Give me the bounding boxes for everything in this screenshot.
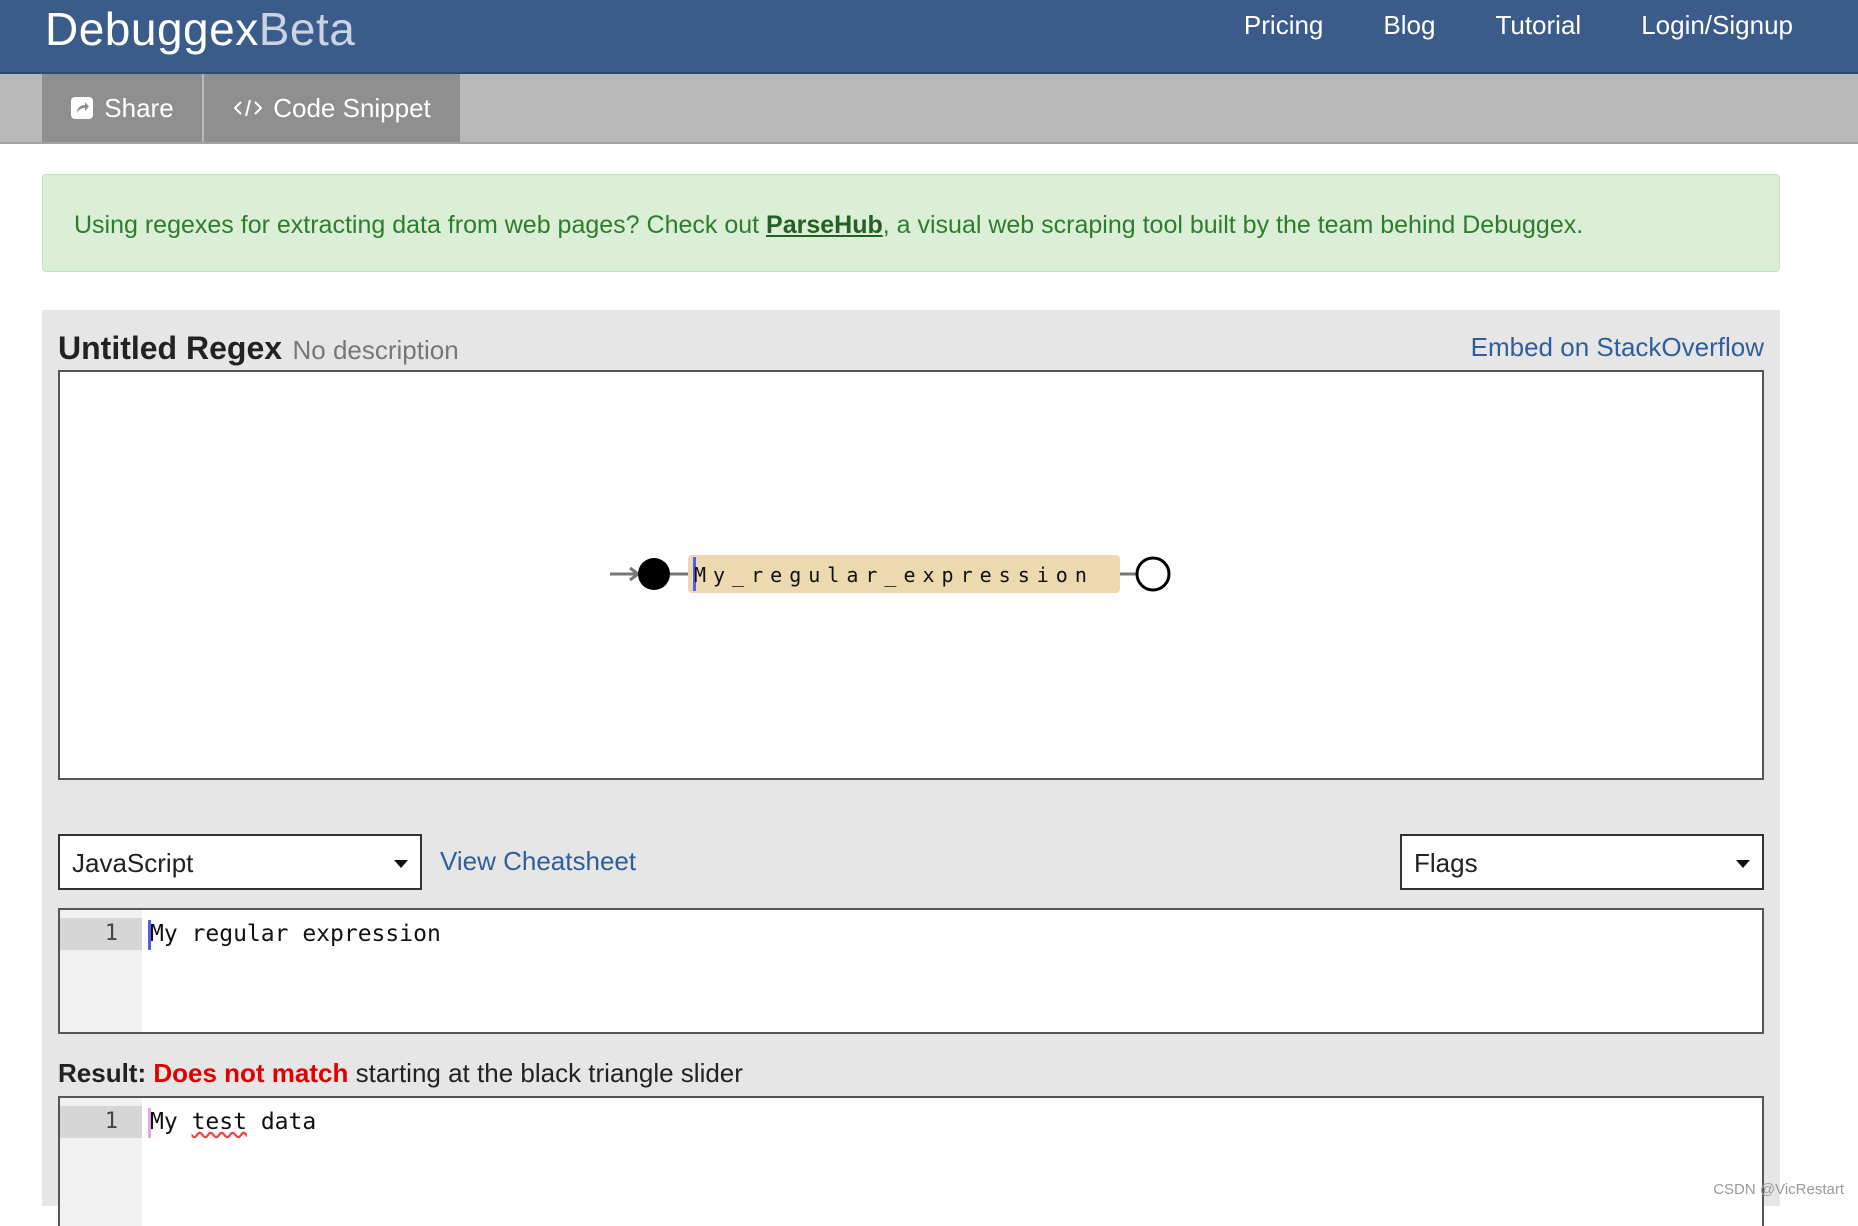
- railroad-diagram: My_regular_expression: [58, 370, 1764, 780]
- embed-stackoverflow-link[interactable]: Embed on StackOverflow: [1471, 332, 1764, 363]
- nav-blog[interactable]: Blog: [1383, 10, 1435, 41]
- regex-pattern-input[interactable]: My regular expression: [150, 918, 441, 950]
- parsehub-link[interactable]: ParseHub: [766, 211, 883, 239]
- regex-description[interactable]: No description: [292, 335, 458, 365]
- toolbar: Share Code Snippet: [0, 74, 1858, 144]
- regex-title[interactable]: Untitled Regex: [58, 330, 282, 366]
- regex-header: Untitled Regex No description: [58, 330, 459, 367]
- test-word: My: [150, 1109, 178, 1135]
- test-word: test: [191, 1109, 247, 1135]
- result-detail: starting at the black triangle slider: [348, 1058, 743, 1088]
- code-icon: [233, 96, 263, 120]
- flags-value: Flags: [1414, 848, 1478, 878]
- alert-text-before: Using regexes for extracting data from w…: [74, 211, 767, 239]
- test-data-text: My test data: [150, 1109, 316, 1135]
- share-button[interactable]: Share: [42, 74, 202, 142]
- top-navbar: DebuggexBeta Pricing Blog Tutorial Login…: [0, 0, 1858, 74]
- language-select[interactable]: JavaScript: [58, 834, 422, 890]
- result-line: Result: Does not match starting at the b…: [58, 1058, 743, 1089]
- test-data-editor[interactable]: 1 My test data: [58, 1096, 1764, 1226]
- literal-text: My_regular_expression: [694, 563, 1094, 587]
- test-line-number: 1: [60, 1106, 142, 1138]
- nav-pricing[interactable]: Pricing: [1244, 10, 1323, 41]
- alert-text-after: , a visual web scraping tool built by th…: [882, 211, 1584, 239]
- parsehub-alert: Using regexes for extracting data from w…: [42, 174, 1780, 272]
- test-word: data: [260, 1109, 317, 1135]
- result-status: Does not match: [153, 1058, 349, 1088]
- caret-down-icon: [394, 860, 408, 868]
- regex-panel: Untitled Regex No description Embed on S…: [42, 310, 1780, 1226]
- view-cheatsheet-link[interactable]: View Cheatsheet: [440, 846, 636, 877]
- nav-login-signup[interactable]: Login/Signup: [1641, 10, 1793, 41]
- test-data-input[interactable]: My test data: [150, 1106, 316, 1138]
- start-node: [638, 558, 670, 590]
- code-snippet-label: Code Snippet: [273, 92, 431, 123]
- flags-select[interactable]: Flags: [1400, 834, 1764, 890]
- code-snippet-button[interactable]: Code Snippet: [204, 74, 460, 142]
- regex-editor[interactable]: 1 My regular expression: [58, 908, 1764, 1034]
- result-label: Result:: [58, 1058, 147, 1088]
- language-value: JavaScript: [72, 848, 194, 878]
- regex-line-number: 1: [60, 918, 142, 950]
- watermark: CSDN @VicRestart: [1713, 1181, 1844, 1198]
- share-icon: [70, 96, 94, 120]
- nav-tutorial[interactable]: Tutorial: [1495, 10, 1581, 41]
- nav-links: Pricing Blog Tutorial Login/Signup: [1184, 10, 1793, 41]
- railroad-svg: My_regular_expression: [610, 555, 1171, 593]
- brand-logo[interactable]: DebuggexBeta: [45, 2, 355, 56]
- caret-down-icon: [1736, 860, 1750, 868]
- end-node: [1135, 556, 1171, 592]
- brand-suffix: Beta: [258, 3, 356, 55]
- share-label: Share: [104, 92, 174, 123]
- brand-name: Debuggex: [45, 3, 259, 55]
